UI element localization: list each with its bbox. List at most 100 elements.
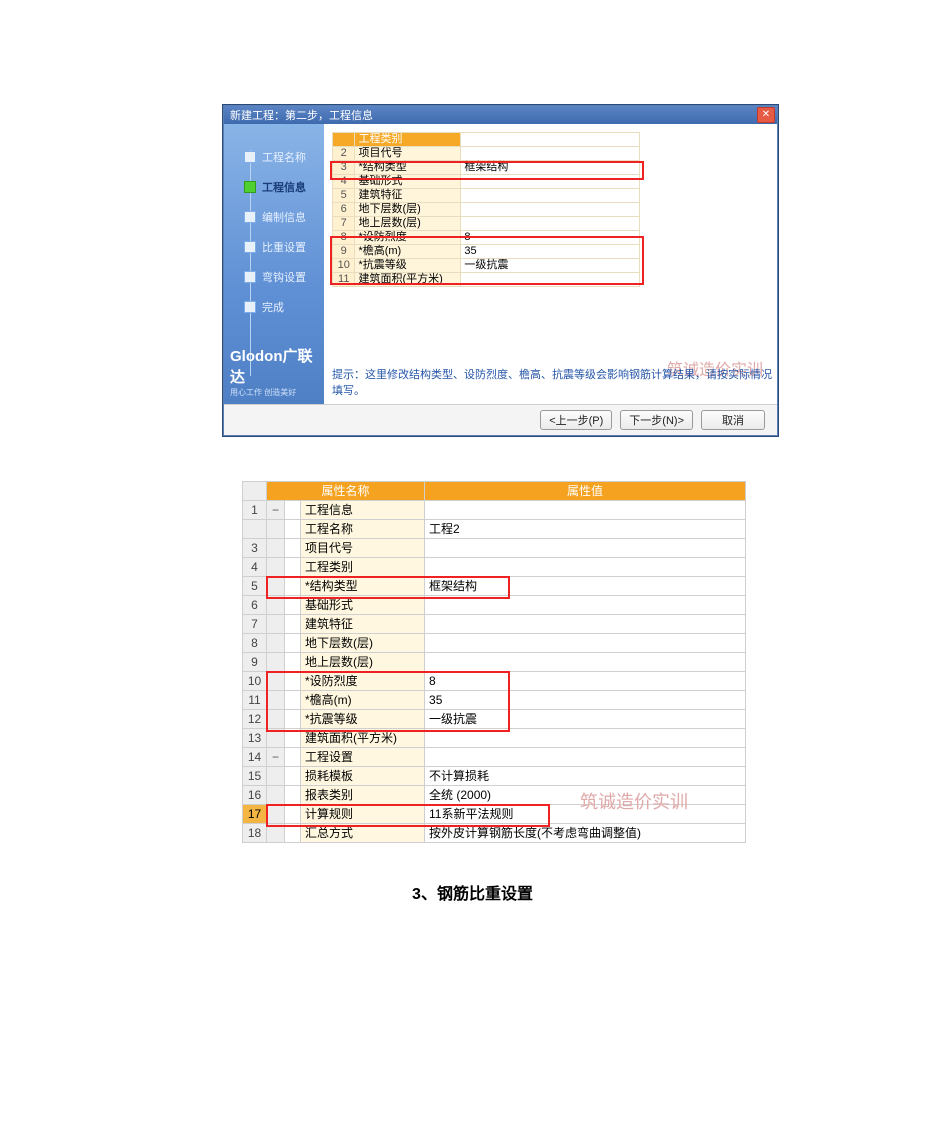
- prop-value[interactable]: [425, 729, 746, 748]
- prop-value[interactable]: [425, 634, 746, 653]
- prop-name: 建筑面积(平方米): [301, 729, 425, 748]
- prop-value[interactable]: 8: [425, 672, 746, 691]
- param-row-idx: 5: [333, 189, 355, 203]
- brand-sub: 用心工作 创造美好: [230, 387, 318, 398]
- prop-value[interactable]: [425, 596, 746, 615]
- param-row-val[interactable]: 一级抗震: [461, 259, 640, 273]
- param-row-val[interactable]: [461, 217, 640, 231]
- prop-value[interactable]: [425, 748, 746, 767]
- param-row-val[interactable]: [461, 133, 640, 147]
- prop-value[interactable]: [425, 539, 746, 558]
- prop-name: 基础形式: [301, 596, 425, 615]
- step-label: 工程信息: [262, 179, 306, 195]
- param-row-label: *檐高(m): [355, 245, 461, 259]
- watermark-2: 筑诚造价实训: [580, 788, 688, 814]
- table-row[interactable]: 6基础形式: [243, 596, 746, 615]
- next-button[interactable]: 下一步(N)>: [620, 410, 693, 430]
- step-label: 编制信息: [262, 209, 306, 225]
- table-row[interactable]: 工程名称工程2: [243, 520, 746, 539]
- prop-value[interactable]: 一级抗震: [425, 710, 746, 729]
- table-row[interactable]: 4工程类别: [243, 558, 746, 577]
- wizard-step-hook[interactable]: 弯钩设置: [224, 262, 324, 292]
- prop-name: 工程设置: [301, 748, 425, 767]
- prop-value[interactable]: 工程2: [425, 520, 746, 539]
- row-number: 3: [243, 539, 267, 558]
- prop-name: 损耗模板: [301, 767, 425, 786]
- param-row-label: *结构类型: [355, 161, 461, 175]
- cancel-button[interactable]: 取消: [701, 410, 765, 430]
- prop-value[interactable]: [425, 615, 746, 634]
- table-row[interactable]: 11*檐高(m)35: [243, 691, 746, 710]
- table-row[interactable]: 1−工程信息: [243, 501, 746, 520]
- tree-toggle-icon: [267, 710, 285, 729]
- tree-toggle-icon[interactable]: −: [267, 501, 285, 520]
- prev-button[interactable]: <上一步(P): [540, 410, 612, 430]
- step-box-icon: [244, 301, 256, 313]
- table-row[interactable]: 7建筑特征: [243, 615, 746, 634]
- param-row-val[interactable]: 35: [461, 245, 640, 259]
- dialog-titlebar[interactable]: 新建工程：第二步，工程信息 ✕: [224, 106, 777, 124]
- param-row-val[interactable]: [461, 175, 640, 189]
- wizard-step-info[interactable]: 工程信息: [224, 172, 324, 202]
- row-mark: [285, 805, 301, 824]
- prop-value[interactable]: 按外皮计算钢筋长度(不考虑弯曲调整值): [425, 824, 746, 843]
- row-number: 10: [243, 672, 267, 691]
- param-row-val[interactable]: [461, 189, 640, 203]
- prop-value[interactable]: [425, 653, 746, 672]
- row-mark: [285, 653, 301, 672]
- row-number: 14: [243, 748, 267, 767]
- row-number: 7: [243, 615, 267, 634]
- prop-value[interactable]: 框架结构: [425, 577, 746, 596]
- prop-value[interactable]: [425, 558, 746, 577]
- table-row[interactable]: 5*结构类型框架结构: [243, 577, 746, 596]
- param-row-val[interactable]: 8: [461, 231, 640, 245]
- param-row-idx: 8: [333, 231, 355, 245]
- prop-value[interactable]: 35: [425, 691, 746, 710]
- table-row[interactable]: 9地上层数(层): [243, 653, 746, 672]
- brand-logo: Glodon广联达 用心工作 创造美好: [230, 345, 318, 398]
- tree-toggle-icon: [267, 539, 285, 558]
- param-row-val[interactable]: [461, 203, 640, 217]
- param-table[interactable]: 工程类别2项目代号3*结构类型框架结构4基础形式5建筑特征6地下层数(层)7地上…: [332, 132, 640, 287]
- param-row-val[interactable]: [461, 273, 640, 287]
- prop-value[interactable]: 不计算损耗: [425, 767, 746, 786]
- table-row[interactable]: 10*设防烈度8: [243, 672, 746, 691]
- row-mark: [285, 615, 301, 634]
- param-row-val[interactable]: [461, 147, 640, 161]
- row-mark: [285, 672, 301, 691]
- param-row-val[interactable]: 框架结构: [461, 161, 640, 175]
- prop-name: 地下层数(层): [301, 634, 425, 653]
- table-row[interactable]: 18汇总方式按外皮计算钢筋长度(不考虑弯曲调整值): [243, 824, 746, 843]
- row-number: 18: [243, 824, 267, 843]
- row-number: 11: [243, 691, 267, 710]
- prop-name: 地上层数(层): [301, 653, 425, 672]
- row-mark: [285, 558, 301, 577]
- wizard-step-name[interactable]: 工程名称: [224, 142, 324, 172]
- table-row[interactable]: 13建筑面积(平方米): [243, 729, 746, 748]
- tree-toggle-icon[interactable]: −: [267, 748, 285, 767]
- col-header-name: 属性名称: [267, 482, 425, 501]
- prop-value[interactable]: [425, 501, 746, 520]
- wizard-step-done[interactable]: 完成: [224, 292, 324, 322]
- wizard-step-compile[interactable]: 编制信息: [224, 202, 324, 232]
- new-project-dialog: 新建工程：第二步，工程信息 ✕ 工程名称 工程信息 编制信息 比重设置: [223, 105, 778, 436]
- table-row[interactable]: 14−工程设置: [243, 748, 746, 767]
- table-row[interactable]: 15损耗模板不计算损耗: [243, 767, 746, 786]
- row-mark: [285, 520, 301, 539]
- wizard-step-weight[interactable]: 比重设置: [224, 232, 324, 262]
- table-row[interactable]: 3项目代号: [243, 539, 746, 558]
- row-number: 8: [243, 634, 267, 653]
- table-row[interactable]: 8 地下层数(层): [243, 634, 746, 653]
- col-header-value: 属性值: [425, 482, 746, 501]
- param-row-label: 工程类别: [355, 133, 461, 147]
- step-box-icon: [244, 151, 256, 163]
- tree-toggle-icon: [267, 767, 285, 786]
- brand-text: Glodon广联达: [230, 345, 318, 387]
- row-number: 4: [243, 558, 267, 577]
- table-row[interactable]: 12*抗震等级一级抗震: [243, 710, 746, 729]
- step-label: 完成: [262, 299, 284, 315]
- row-number: 17: [243, 805, 267, 824]
- close-icon[interactable]: ✕: [757, 107, 775, 123]
- param-row-idx: 3: [333, 161, 355, 175]
- tree-toggle-icon: [267, 577, 285, 596]
